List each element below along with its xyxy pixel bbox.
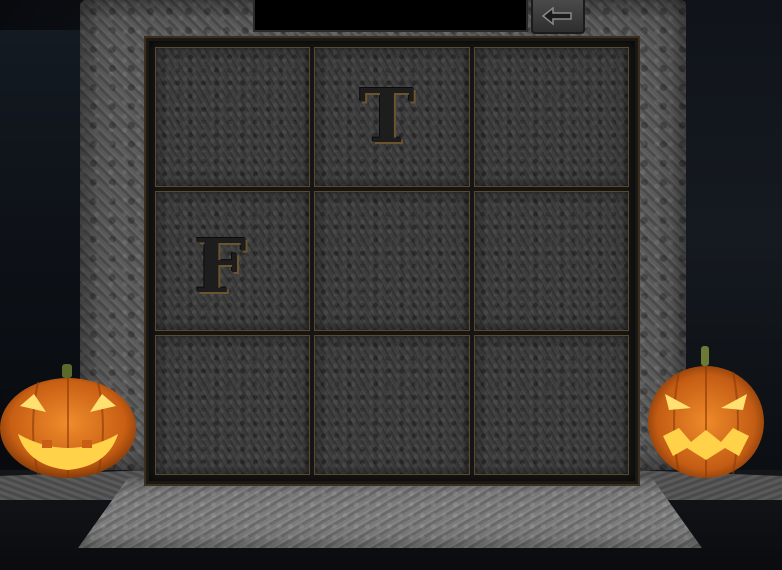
answer-display (253, 0, 528, 32)
jack-o-lantern-left-icon (0, 362, 138, 480)
grid-tile-r1c2[interactable]: T (314, 47, 470, 187)
grid-tile-r2c2[interactable] (314, 191, 470, 331)
grid-tile-r2c3[interactable] (473, 191, 629, 331)
grid-tile-r2c1[interactable]: F (155, 191, 311, 331)
back-button[interactable] (531, 0, 585, 34)
night-background-left (0, 30, 90, 390)
tile-letter: F (194, 224, 247, 310)
game-scene: T F (0, 0, 782, 570)
grid-tile-r3c1[interactable] (155, 335, 311, 475)
tile-letter: T (359, 74, 415, 160)
puzzle-grid: T F (146, 38, 638, 484)
stone-step (78, 478, 702, 548)
back-arrow-icon (541, 6, 572, 26)
grid-tile-r3c3[interactable] (473, 335, 629, 475)
grid-tile-r3c2[interactable] (314, 335, 470, 475)
jack-o-lantern-right-icon (645, 346, 767, 478)
grid-tile-r1c3[interactable] (473, 47, 629, 187)
grid-tile-r1c1[interactable] (155, 47, 311, 187)
